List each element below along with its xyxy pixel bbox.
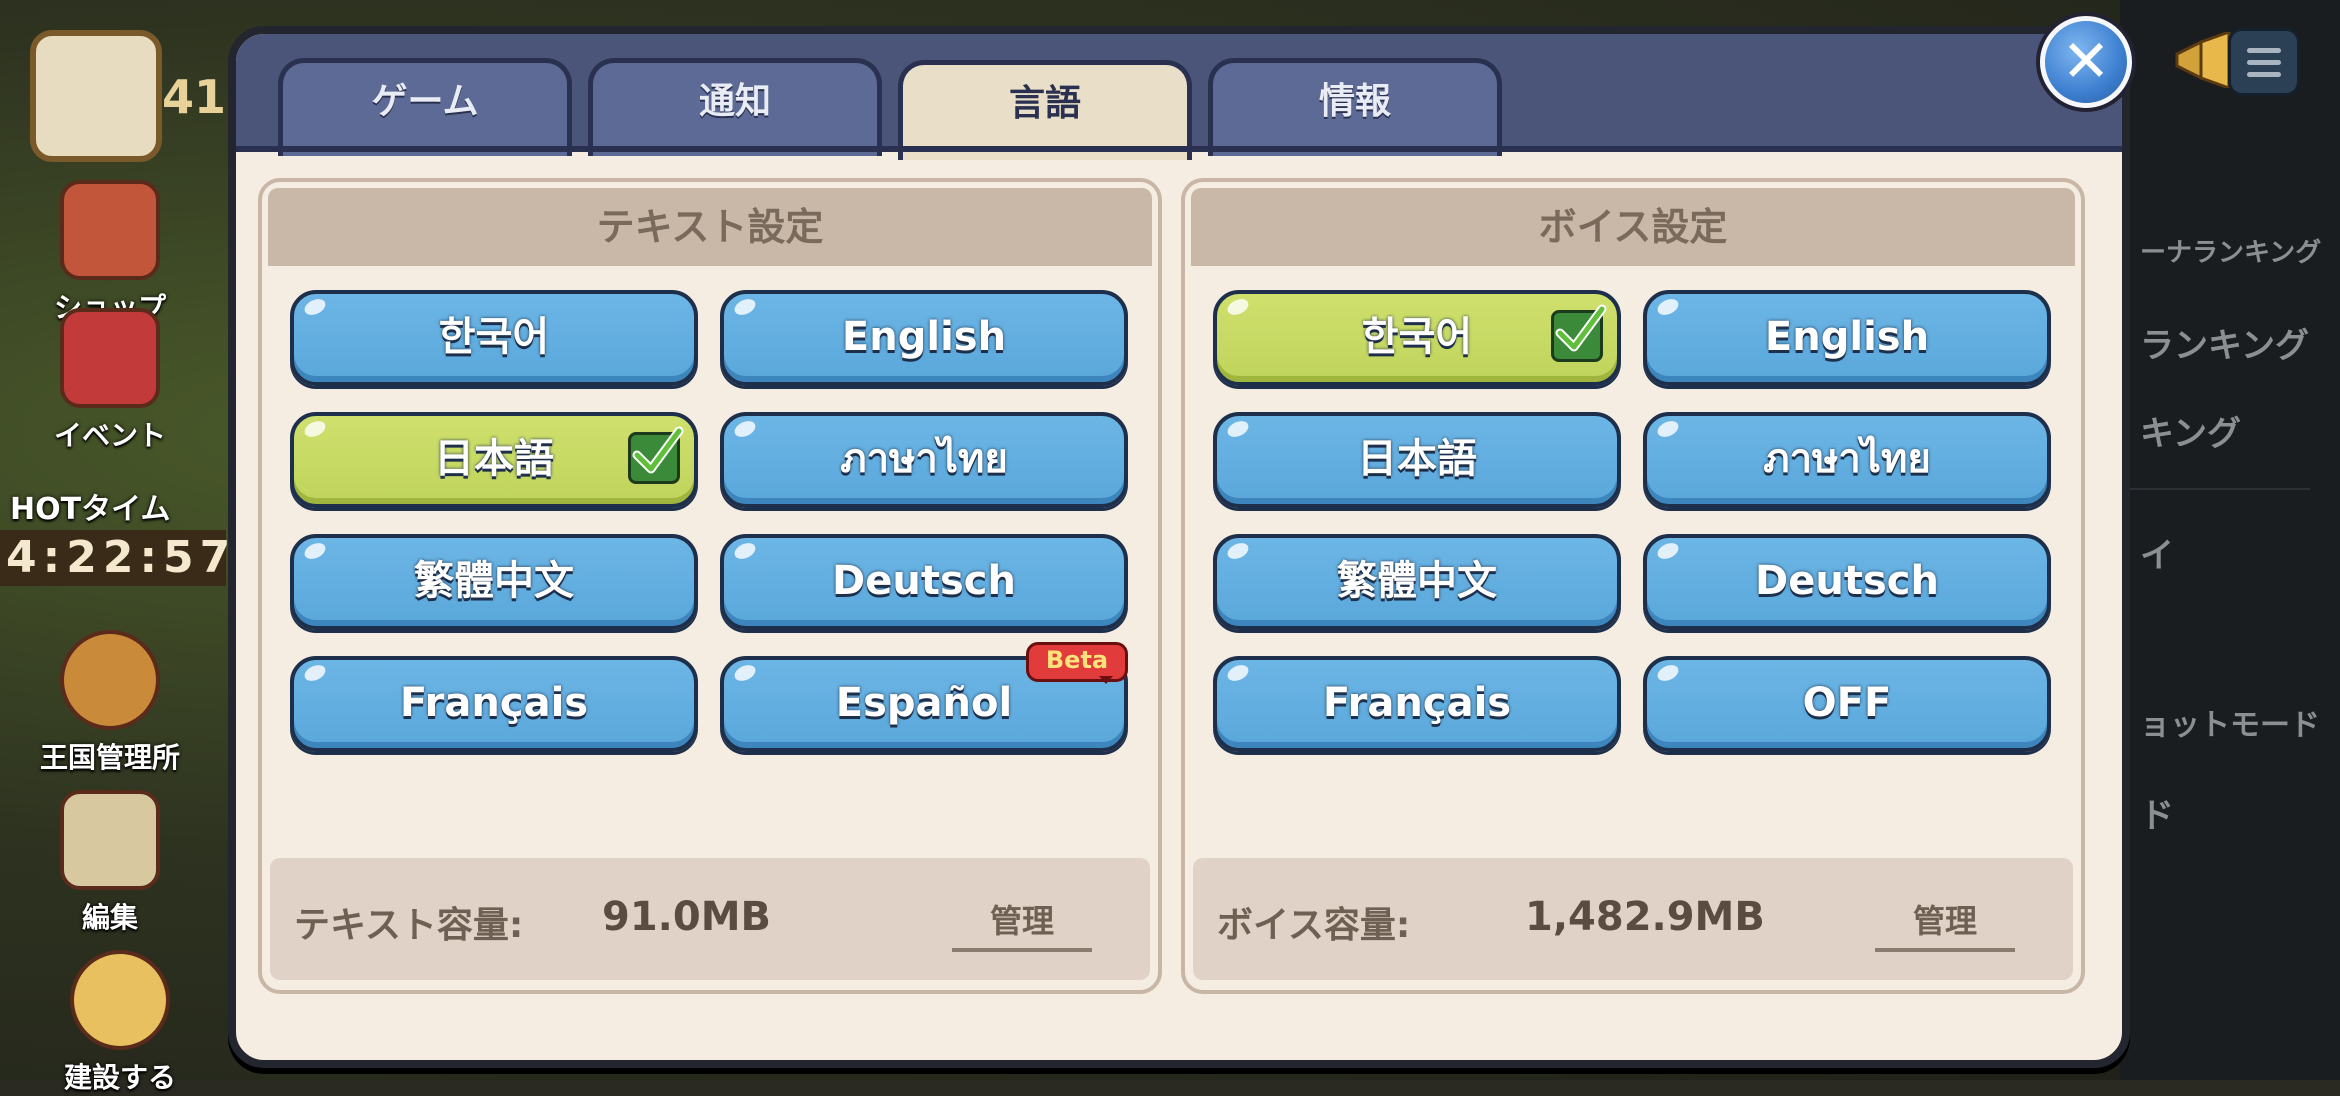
right-side-menu: ーナランキング ランキング キング イ ョットモード ド — [2120, 0, 2340, 1080]
text-storage-label: テキスト容量: — [294, 905, 524, 946]
text-lang-german-button[interactable]: Deutsch — [720, 534, 1128, 630]
text-lang-trad-chinese-button[interactable]: 繁體中文 — [290, 534, 698, 630]
lang-label: Deutsch — [1755, 558, 1939, 604]
tab-game[interactable]: ゲーム — [278, 58, 572, 156]
text-lang-english-button[interactable]: English — [720, 290, 1128, 386]
voice-manage-button[interactable]: 管理 — [1875, 896, 2015, 952]
text-lang-thai-button[interactable]: ภาษาไทย — [720, 412, 1128, 508]
voice-lang-german-button[interactable]: Deutsch — [1643, 534, 2051, 630]
gift-icon — [60, 308, 160, 408]
right-menu-item[interactable]: ョットモード — [2140, 700, 2320, 744]
lang-label: Français — [1322, 680, 1512, 726]
hot-time-label: HOTタイム — [10, 492, 171, 527]
cookie-icon — [60, 630, 160, 730]
lang-label: 한국어 — [438, 314, 550, 360]
voice-storage-value: 1,482.9MB — [1525, 894, 1765, 940]
lang-label: 繁體中文 — [1337, 558, 1497, 604]
right-menu-item[interactable]: ランキング — [2140, 318, 2309, 367]
kingdom-button[interactable]: 王国管理所 — [20, 630, 200, 776]
tab-notifications[interactable]: 通知 — [588, 58, 882, 156]
lang-label: 日本語 — [434, 436, 554, 482]
divider — [2120, 488, 2310, 490]
text-lang-japanese-button[interactable]: 日本語 — [290, 412, 698, 508]
voice-settings-panel: ボイス設定 한국어 English 日本語 ภาษาไทย 繁體中文 Deuts… — [1181, 178, 2085, 994]
voice-lang-korean-button[interactable]: 한국어 — [1213, 290, 1621, 386]
lang-label: Deutsch — [832, 558, 1016, 604]
edit-label: 編集 — [81, 901, 138, 934]
voice-settings-header: ボイス設定 — [1191, 188, 2075, 266]
lang-label: Français — [399, 680, 589, 726]
shop-button[interactable]: ショップ — [20, 180, 200, 326]
right-menu-item[interactable]: イ — [2140, 528, 2174, 577]
lang-label: 한국어 — [1361, 314, 1473, 360]
lang-label: OFF — [1802, 680, 1892, 726]
lang-label: 日本語 — [1357, 436, 1477, 482]
lang-label: ภาษาไทย — [1763, 436, 1931, 482]
close-icon[interactable]: ✕ — [2040, 16, 2132, 108]
edit-button[interactable]: 編集 — [20, 790, 200, 936]
voice-lang-english-button[interactable]: English — [1643, 290, 2051, 386]
right-menu-item[interactable]: ド — [2140, 788, 2174, 837]
voice-storage-label: ボイス容量: — [1217, 905, 1411, 946]
text-settings-header: テキスト設定 — [268, 188, 1152, 266]
player-level: 41 — [162, 70, 227, 124]
build-icon — [70, 950, 170, 1050]
right-menu-item[interactable]: ーナランキング — [2140, 232, 2321, 269]
lang-label: English — [841, 314, 1007, 360]
tab-language[interactable]: 言語 — [898, 60, 1192, 160]
text-lang-spanish-button[interactable]: Español Beta — [720, 642, 1128, 752]
text-lang-korean-button[interactable]: 한국어 — [290, 290, 698, 386]
text-storage-value: 91.0MB — [602, 894, 771, 940]
right-menu-item[interactable]: キング — [2140, 406, 2241, 455]
build-button[interactable]: 建設する — [30, 950, 210, 1096]
tab-bar: ゲーム 通知 言語 情報 — [236, 34, 2122, 160]
shop-icon — [60, 180, 160, 280]
edit-icon — [60, 790, 160, 890]
text-manage-button[interactable]: 管理 — [952, 896, 1092, 952]
hamburger-menu-icon[interactable] — [2228, 28, 2300, 96]
lang-label: Español — [835, 680, 1013, 726]
voice-storage-bar: ボイス容量: 1,482.9MB 管理 — [1193, 858, 2073, 980]
lang-label: ภาษาไทย — [840, 436, 1008, 482]
voice-lang-trad-chinese-button[interactable]: 繁體中文 — [1213, 534, 1621, 630]
text-lang-french-button[interactable]: Français — [290, 656, 698, 752]
hot-time-timer: 4:22:57 — [0, 530, 230, 586]
voice-lang-thai-button[interactable]: ภาษาไทย — [1643, 412, 2051, 508]
voice-lang-french-button[interactable]: Français — [1213, 656, 1621, 752]
event-button[interactable]: イベント — [20, 308, 200, 454]
lang-label: English — [1764, 314, 1930, 360]
voice-lang-japanese-button[interactable]: 日本語 — [1213, 412, 1621, 508]
voice-off-button[interactable]: OFF — [1643, 656, 2051, 752]
megaphone-icon[interactable] — [2171, 29, 2235, 91]
tab-info[interactable]: 情報 — [1208, 58, 1502, 156]
text-settings-panel: テキスト設定 한국어 English 日本語 ภาษาไทย 繁體中文 Deut… — [258, 178, 1162, 994]
kingdom-label: 王国管理所 — [39, 741, 180, 774]
build-label: 建設する — [63, 1061, 176, 1094]
left-hud: 41 ショップ イベント HOTタイム 4:22:57 王国管理所 編集 建設す… — [0, 0, 230, 1094]
tab-bar-border — [236, 146, 2122, 152]
checkmark-icon — [628, 426, 684, 484]
text-storage-bar: テキスト容量: 91.0MB 管理 — [270, 858, 1150, 980]
player-avatar[interactable] — [30, 30, 162, 162]
event-label: イベント — [53, 419, 166, 452]
beta-badge: Beta — [1026, 642, 1128, 684]
lang-label: 繁體中文 — [414, 558, 574, 604]
checkmark-icon — [1551, 304, 1607, 362]
